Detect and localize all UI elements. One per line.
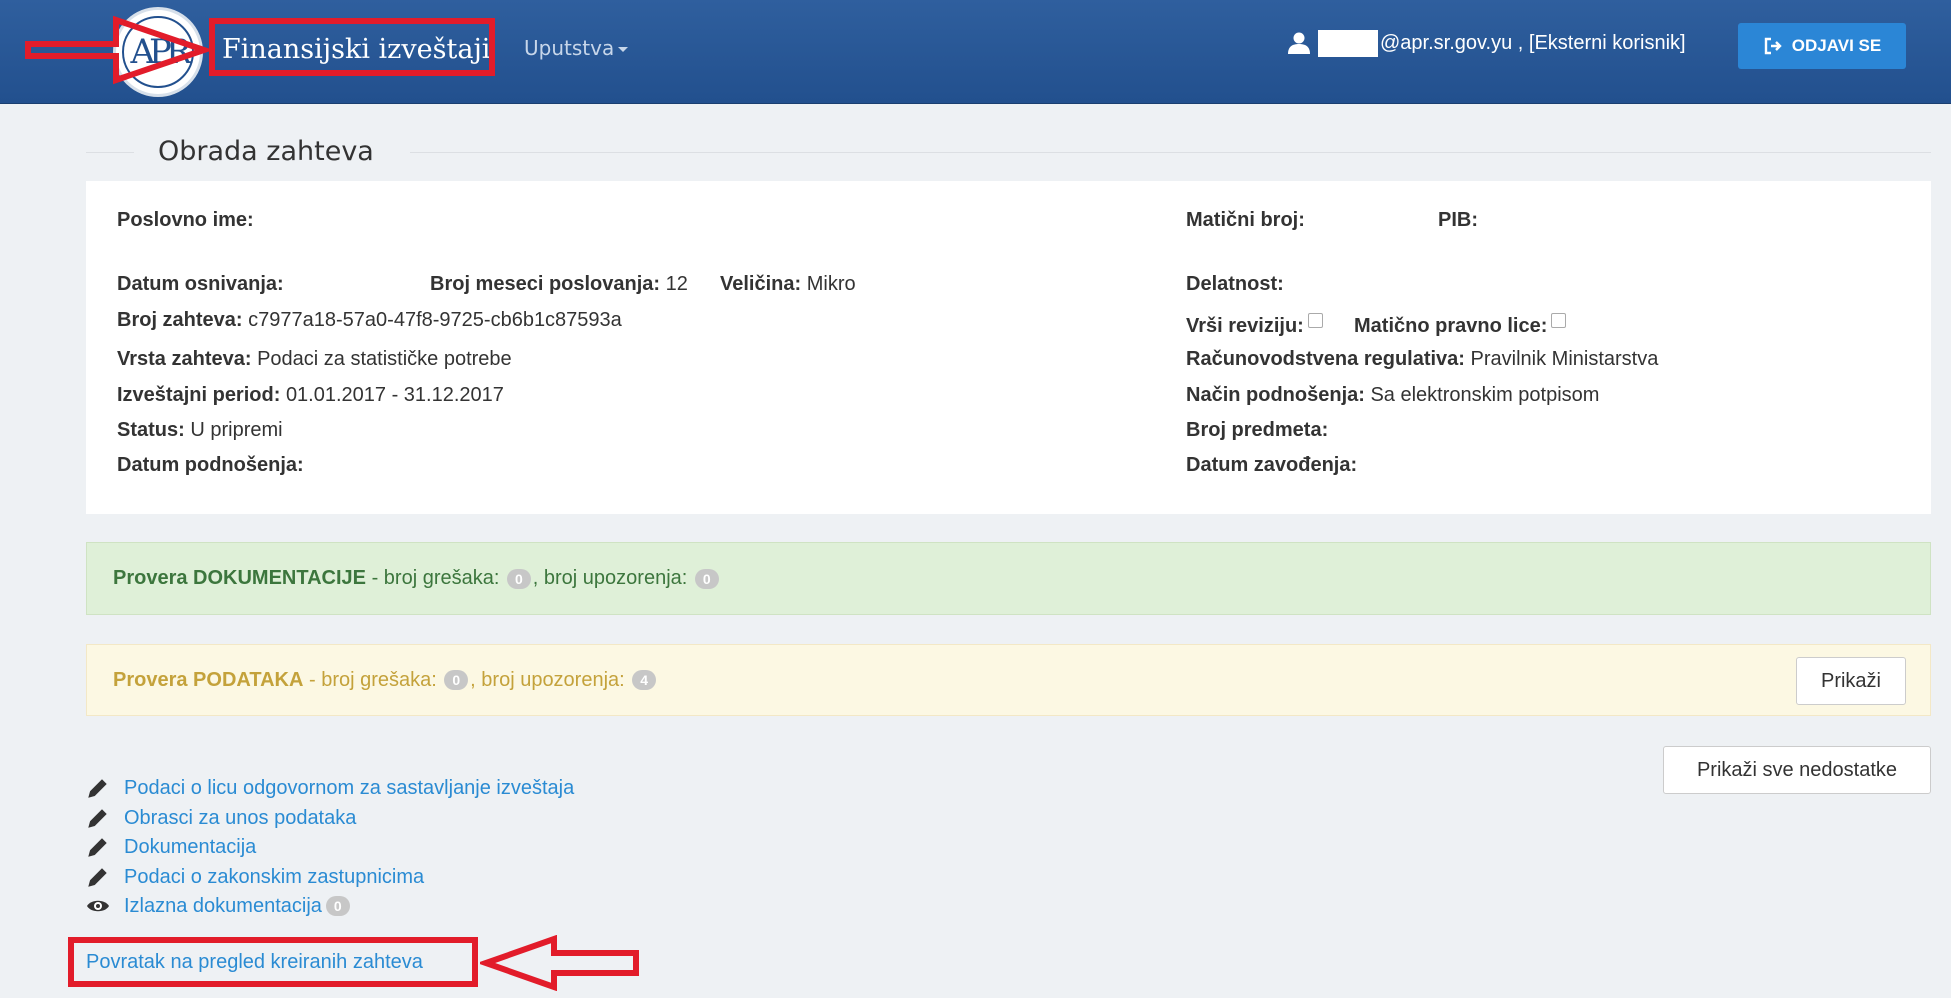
maticno-pravno-checkbox[interactable] (1551, 313, 1567, 328)
velicina-label: Veličina: (720, 273, 802, 295)
caret-down-icon (618, 47, 629, 52)
list-item-zakonski-zastupnici[interactable]: Podaci o zakonskim zastupnicima (86, 863, 424, 891)
page-title: Obrada zahteva (158, 136, 374, 167)
annotation-arrow-right (25, 15, 210, 85)
pencil-icon (88, 868, 107, 887)
nacin-podnosenja-value: Sa elektronskim potpisom (1370, 384, 1600, 406)
redacted-username (1318, 30, 1378, 57)
link-izlazna-dokumentacija[interactable]: Izlazna dokumentacija (124, 895, 322, 918)
vrsi-reviziju-checkbox[interactable] (1307, 313, 1323, 328)
doc-warnings-badge: 0 (694, 568, 719, 589)
field-vrsi-reviziju: Vrši reviziju: (1186, 313, 1323, 338)
show-data-issues-button[interactable]: Prikaži (1796, 657, 1906, 705)
logout-button[interactable]: ODJAVI SE (1738, 23, 1906, 69)
user-email: @apr.sr.gov.yu , [Eksterni korisnik] (1380, 32, 1686, 54)
title-line-left (86, 152, 134, 153)
field-poslovno-ime: Poslovno ime: (117, 209, 254, 232)
field-broj-predmeta: Broj predmeta: (1186, 419, 1328, 442)
poslovno-ime-label: Poslovno ime: (117, 209, 254, 231)
link-zakonski-zastupnici[interactable]: Podaci o zakonskim zastupnicima (124, 866, 424, 889)
show-all-issues-button[interactable]: Prikaži sve nedostatke (1663, 746, 1931, 794)
izvestajni-period-value: 01.01.2017 - 31.12.2017 (285, 384, 504, 406)
broj-zahteva-label: Broj zahteva: (117, 309, 243, 331)
field-vrsta-zahteva: Vrsta zahteva: Podaci za statističke pot… (117, 348, 512, 371)
data-errors-badge: 0 (444, 670, 469, 690)
pencil-icon (88, 838, 107, 857)
vrsta-zahteva-label: Vrsta zahteva: (117, 348, 252, 370)
field-broj-zahteva: Broj zahteva: c7977a18-57a0-47f8-9725-cb… (117, 309, 622, 332)
status-label: Status: (117, 419, 185, 441)
data-warnings-label: , broj upozorenja: (470, 668, 631, 691)
vrsta-zahteva-value: Podaci za statističke potrebe (257, 348, 512, 370)
doc-warnings-label: , broj upozorenja: (532, 567, 693, 589)
data-check-alert: Provera PODATAKA - broj grešaka: 0 , bro… (86, 644, 1931, 716)
annotation-box-brand (209, 18, 495, 76)
documentation-check-alert: Provera DOKUMENTACIJE - broj grešaka: 0 … (86, 542, 1931, 615)
nacin-podnosenja-label: Način podnošenja: (1186, 384, 1365, 406)
field-velicina: Veličina: Mikro (720, 273, 856, 296)
doc-errors-label: - broj grešaka: (366, 567, 505, 589)
field-datum-zavodjenja: Datum zavođenja: (1186, 454, 1357, 477)
broj-predmeta-label: Broj predmeta: (1186, 419, 1329, 441)
pib-label: PIB: (1438, 209, 1478, 231)
list-item-odgovorno-lice[interactable]: Podaci o licu odgovornom za sastavljanje… (86, 774, 574, 802)
datum-zavodjenja-label: Datum zavođenja: (1186, 454, 1358, 476)
vrsi-reviziju-label: Vrši reviziju: (1186, 315, 1304, 337)
velicina-value: Mikro (806, 273, 856, 295)
data-warnings-badge: 4 (632, 670, 657, 690)
broj-meseci-label: Broj meseci poslovanja: (430, 273, 661, 295)
doc-check-title: Provera DOKUMENTACIJE (113, 567, 367, 589)
field-delatnost: Delatnost: (1186, 273, 1284, 296)
izlazna-dokumentacija-badge: 0 (325, 896, 350, 916)
field-racunovodstvena-regulativa: Računovodstvena regulativa: Pravilnik Mi… (1186, 348, 1658, 371)
link-obrasci[interactable]: Obrasci za unos podataka (124, 807, 356, 830)
izvestajni-period-label: Izveštajni period: (117, 384, 281, 406)
broj-meseci-value: 12 (665, 273, 688, 295)
list-item-izlazna-dokumentacija[interactable]: Izlazna dokumentacija 0 (86, 892, 352, 920)
eye-icon (87, 900, 109, 912)
request-info-panel: Poslovno ime: Matični broj: PIB: Datum o… (86, 181, 1931, 514)
logout-icon (1764, 37, 1782, 55)
broj-zahteva-value: c7977a18-57a0-47f8-9725-cb6b1c87593a (248, 309, 622, 331)
field-broj-meseci: Broj meseci poslovanja: 12 (430, 273, 688, 296)
annotation-arrow-left (480, 935, 639, 991)
list-item-obrasci[interactable]: Obrasci za unos podataka (86, 804, 356, 832)
pencil-icon (88, 779, 107, 798)
title-line-right (410, 152, 1931, 153)
list-item-dokumentacija[interactable]: Dokumentacija (86, 833, 256, 861)
maticni-broj-label: Matični broj: (1186, 209, 1305, 231)
logout-label: ODJAVI SE (1791, 36, 1882, 55)
link-odgovorno-lice[interactable]: Podaci o licu odgovornom za sastavljanje… (124, 777, 574, 800)
uputstva-menu[interactable]: Uputstva (524, 36, 629, 60)
status-value: U pripremi (190, 419, 283, 441)
field-pib: PIB: (1438, 209, 1478, 232)
data-check-title: Provera PODATAKA (113, 668, 304, 691)
field-maticno-pravno-lice: Matično pravno lice: (1354, 313, 1567, 338)
pencil-icon (88, 809, 107, 828)
maticno-pravno-label: Matično pravno lice: (1354, 315, 1548, 337)
racunovodstvena-value: Pravilnik Ministarstva (1470, 348, 1659, 370)
field-izvestajni-period: Izveštajni period: 01.01.2017 - 31.12.20… (117, 384, 504, 407)
delatnost-label: Delatnost: (1186, 273, 1284, 295)
field-maticni-broj: Matični broj: (1186, 209, 1305, 232)
field-status: Status: U pripremi (117, 419, 283, 442)
field-datum-osnivanja: Datum osnivanja: (117, 273, 284, 296)
doc-errors-badge: 0 (506, 568, 531, 589)
field-nacin-podnosenja: Način podnošenja: Sa elektronskim potpis… (1186, 384, 1599, 407)
racunovodstvena-label: Računovodstvena regulativa: (1186, 348, 1465, 370)
link-dokumentacija[interactable]: Dokumentacija (124, 836, 256, 859)
datum-podnosenja-label: Datum podnošenja: (117, 454, 304, 476)
uputstva-menu-label: Uputstva (524, 36, 615, 60)
data-errors-label: - broj grešaka: (303, 668, 443, 691)
datum-osnivanja-label: Datum osnivanja: (117, 273, 284, 295)
user-icon (1288, 32, 1310, 54)
back-to-requests-link[interactable]: Povratak na pregled kreiranih zahteva (86, 951, 423, 974)
field-datum-podnosenja: Datum podnošenja: (117, 454, 304, 477)
